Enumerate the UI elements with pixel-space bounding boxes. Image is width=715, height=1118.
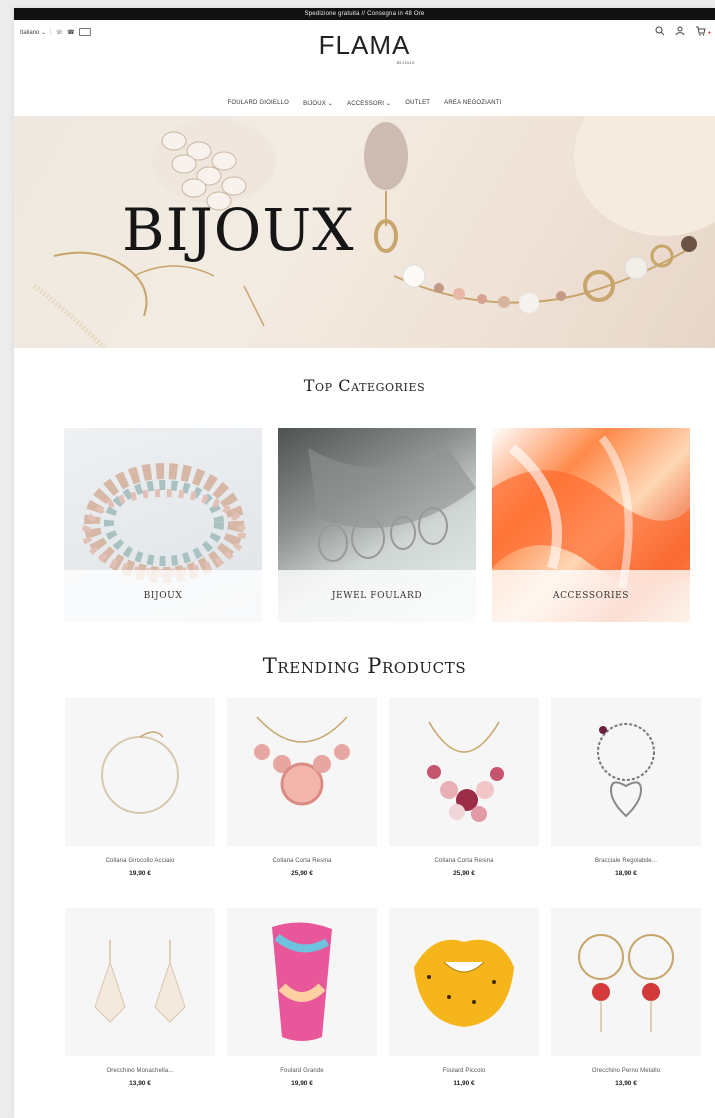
announcement-bar: Spedizione gratuita // Consegna in 48 Or… xyxy=(14,8,715,20)
product-card[interactable]: Orecchino Monachella... 13,90 € xyxy=(62,908,218,1108)
hero-banner[interactable]: BIJOUX xyxy=(14,116,715,348)
nav-item-outlet[interactable]: OUTLET xyxy=(405,100,430,107)
product-image[interactable] xyxy=(65,908,215,1056)
product-name[interactable]: Orecchino Monachella... xyxy=(62,1068,218,1074)
product-name[interactable]: Foulard Grande xyxy=(224,1068,380,1074)
product-card[interactable]: Collana Girocollo Acciaio 19,90 € xyxy=(62,698,218,898)
product-price: 13,90 € xyxy=(615,1080,637,1087)
product-card[interactable]: Foulard Piccolo 11,90 € xyxy=(386,908,542,1108)
top-categories-heading: Top Categories xyxy=(303,376,426,395)
product-price: 25,90 € xyxy=(453,870,475,877)
product-name[interactable]: Foulard Piccolo xyxy=(386,1068,542,1074)
product-price: 11,90 € xyxy=(453,1080,475,1087)
product-card[interactable]: Foulard Grande 19,90 € xyxy=(224,908,380,1108)
product-image[interactable] xyxy=(389,908,539,1056)
category-card-bijoux[interactable]: BIJOUX xyxy=(64,428,262,622)
hero-title: BIJOUX xyxy=(122,196,355,264)
hero-jewelry-image xyxy=(32,116,715,348)
product-price: 25,90 € xyxy=(291,870,313,877)
browser-page: Spedizione gratuita // Consegna in 48 Or… xyxy=(14,8,715,1118)
product-image[interactable] xyxy=(65,698,215,846)
category-label: BIJOUX xyxy=(64,570,262,622)
nav-item-accessori[interactable]: ACCESSORI ⌄ xyxy=(347,100,391,107)
product-card[interactable]: Bracciale Regolabile... 18,90 € xyxy=(548,698,704,898)
main-navigation: FOULARD GIOIELLO BIJOUX ⌄ ACCESSORI ⌄ OU… xyxy=(14,100,715,107)
product-image[interactable] xyxy=(227,698,377,846)
product-image[interactable] xyxy=(389,698,539,846)
product-card[interactable]: Collana Corta Resina 25,90 € xyxy=(224,698,380,898)
category-label: ACCESSORIES xyxy=(492,570,690,622)
category-card-jewel-foulard[interactable]: JEWEL FOULARD xyxy=(278,428,476,622)
nav-item-foulard-gioiello[interactable]: FOULARD GIOIELLO xyxy=(228,100,290,107)
product-price: 19,90 € xyxy=(291,1080,313,1087)
product-name[interactable]: Collana Corta Resina xyxy=(224,858,380,864)
nav-item-area-negozianti[interactable]: AREA NEGOZIANTI xyxy=(444,100,501,107)
product-name[interactable]: Bracciale Regolabile... xyxy=(548,858,704,864)
logo-text: FLAMA xyxy=(318,30,411,60)
product-price: 19,90 € xyxy=(129,870,151,877)
nav-item-bijoux[interactable]: BIJOUX ⌄ xyxy=(303,100,333,107)
product-image[interactable] xyxy=(227,908,377,1056)
product-name[interactable]: Collana Girocollo Acciaio xyxy=(62,858,218,864)
category-label: JEWEL FOULARD xyxy=(278,570,476,622)
product-price: 13,90 € xyxy=(129,1080,151,1087)
site-logo[interactable]: FLAMA BIJOUX xyxy=(14,30,715,65)
category-cards: BIJOUX JEWEL FOULARD ACCESSORIES xyxy=(64,428,690,622)
product-name[interactable]: Orecchino Perno Metallo xyxy=(548,1068,704,1074)
product-price: 18,90 € xyxy=(615,870,637,877)
product-name[interactable]: Collana Corta Resina xyxy=(386,858,542,864)
product-image[interactable] xyxy=(551,908,701,1056)
trending-products-heading: Trending Products xyxy=(262,654,467,678)
category-card-accessories[interactable]: ACCESSORIES xyxy=(492,428,690,622)
logo-subtext: BIJOUX xyxy=(397,60,416,65)
product-image[interactable] xyxy=(551,698,701,846)
product-card[interactable]: Orecchino Perno Metallo 13,90 € xyxy=(548,908,704,1108)
products-grid: Collana Girocollo Acciaio 19,90 € Collan… xyxy=(62,698,704,1108)
product-card[interactable]: Collana Corta Resina 25,90 € xyxy=(386,698,542,898)
